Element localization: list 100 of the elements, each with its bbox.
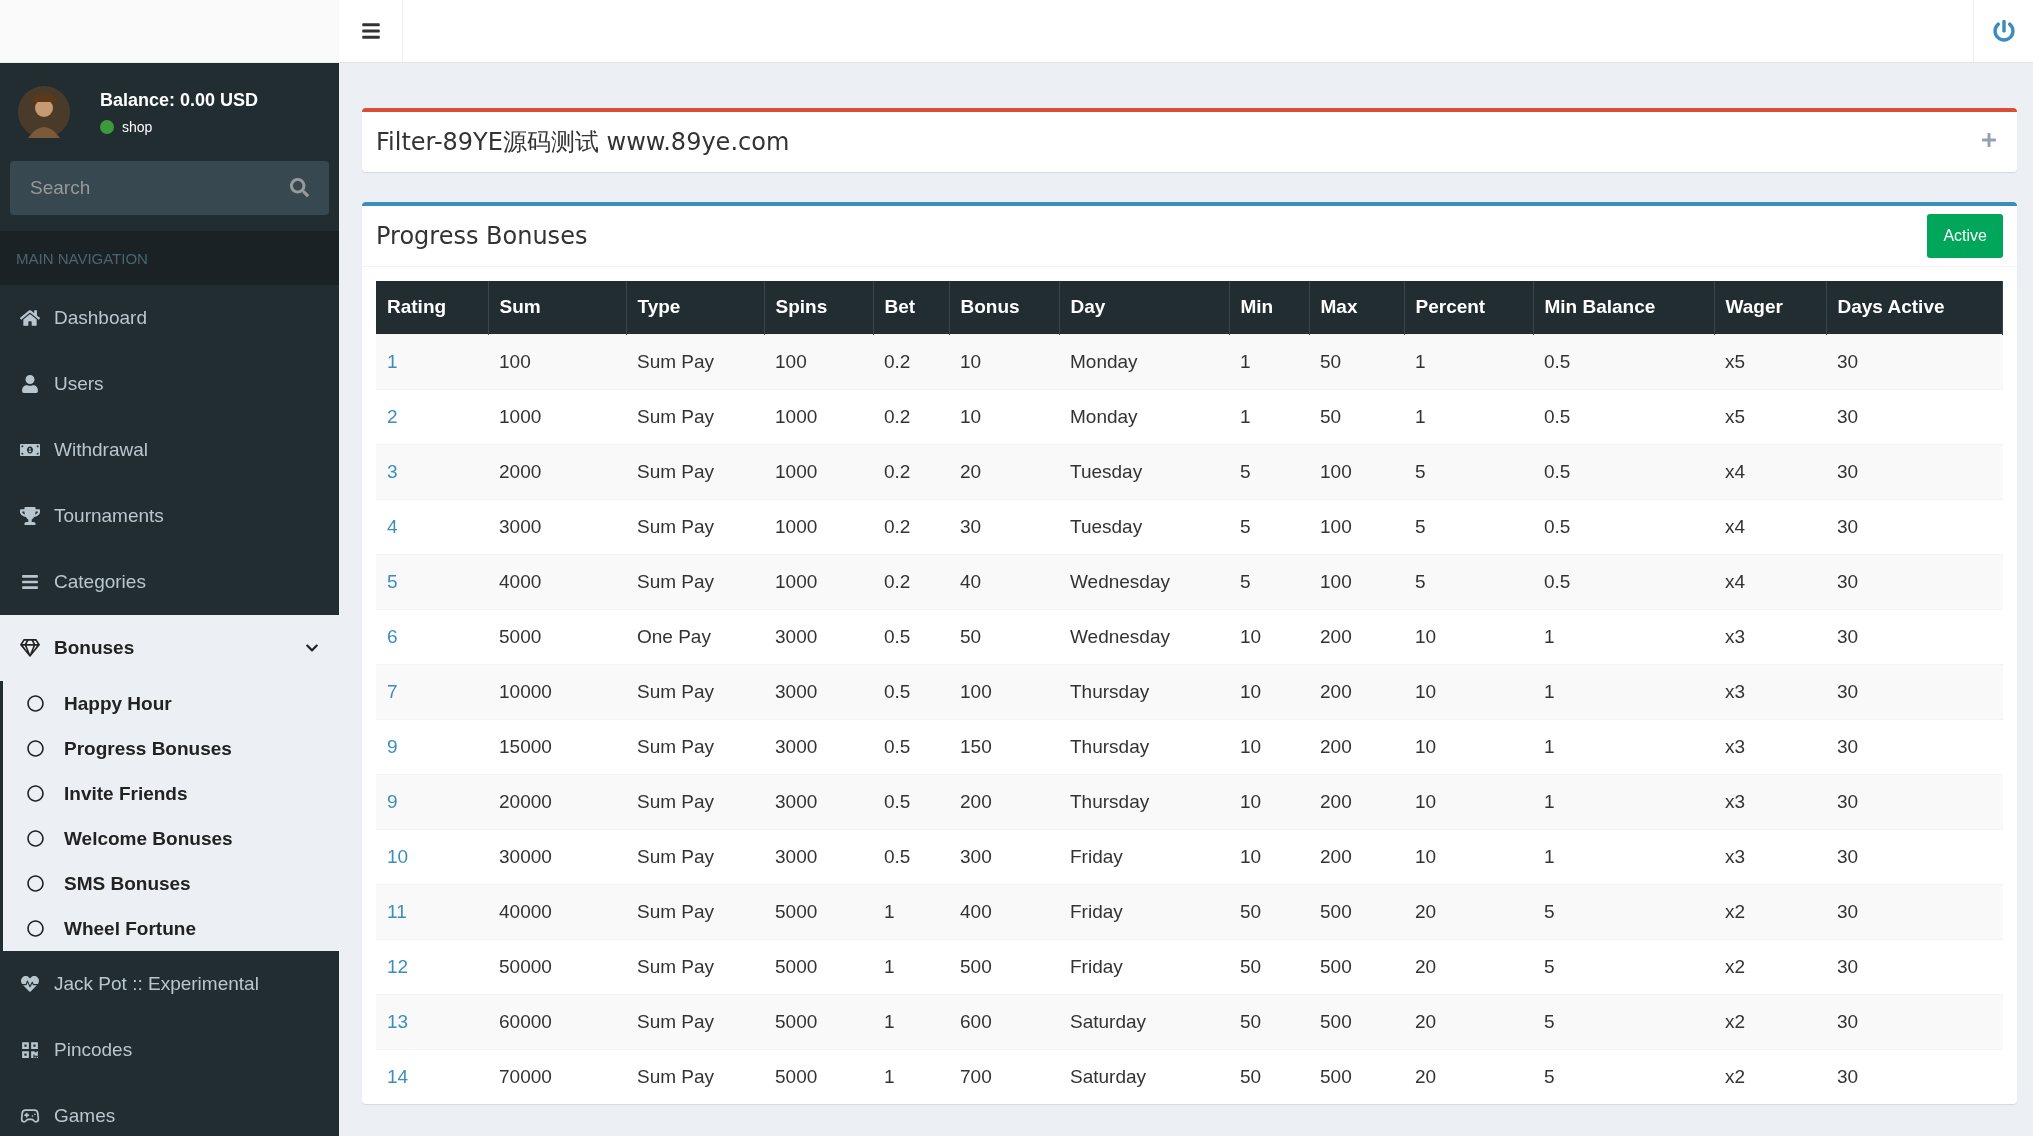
menu-icon [360,21,381,41]
nav-icon [20,573,40,591]
table-cell: Sum Pay [626,499,764,554]
column-header: Day [1059,281,1229,334]
rating-link[interactable]: 3 [376,444,488,499]
column-header: Days Active [1826,281,2003,334]
table-cell: Thursday [1059,774,1229,829]
sidebar-item[interactable]: Games [0,1083,339,1136]
submenu-item[interactable]: Happy Hour [3,681,339,726]
table-cell: 700 [949,1049,1059,1104]
sidebar-item[interactable]: Categories [0,549,339,615]
sidebar-item[interactable]: Pincodes [0,1017,339,1083]
rating-link[interactable]: 10 [376,829,488,884]
table-cell: x3 [1714,774,1826,829]
table-cell: 400 [949,884,1059,939]
table-cell: 100 [1309,444,1404,499]
table-cell: 5 [1404,444,1533,499]
table-cell: 10 [1229,774,1309,829]
sidebar-item[interactable]: Bonuses [0,615,339,681]
submenu-item[interactable]: SMS Bonuses [3,861,339,906]
table-cell: 40 [949,554,1059,609]
table-cell: Sum Pay [626,664,764,719]
rating-link[interactable]: 12 [376,939,488,994]
table-cell: 10 [1404,609,1533,664]
table-cell: 0.5 [873,664,949,719]
table-cell: 3000 [764,664,873,719]
table-cell: 1 [873,884,949,939]
sidebar-item[interactable]: Dashboard [0,285,339,351]
table-cell: 30 [1826,774,2003,829]
nav-header: MAIN NAVIGATION [0,231,339,285]
table-cell: 5 [1229,554,1309,609]
submenu-item[interactable]: Wheel Fortune [3,906,339,951]
table-cell: 0.5 [873,829,949,884]
table-cell: 30 [1826,829,2003,884]
table-cell: Sum Pay [626,389,764,444]
table-cell: x3 [1714,609,1826,664]
table-cell: 50 [949,609,1059,664]
column-header: Spins [764,281,873,334]
table-cell: 50 [1229,1049,1309,1104]
avatar-icon [18,86,70,138]
table-cell: Tuesday [1059,444,1229,499]
table-cell: 15000 [488,719,626,774]
rating-link[interactable]: 4 [376,499,488,554]
table-cell: 1 [1404,334,1533,389]
search-icon[interactable] [290,178,309,197]
table-cell: 20 [949,444,1059,499]
table-cell: Thursday [1059,664,1229,719]
table-cell: 10 [1404,829,1533,884]
search-field[interactable]: Search [10,161,329,215]
table-cell: Saturday [1059,994,1229,1049]
table-cell: 1 [1533,719,1714,774]
rating-link[interactable]: 9 [376,719,488,774]
table-cell: 10000 [488,664,626,719]
table-cell: 30 [1826,994,2003,1049]
rating-link[interactable]: 9 [376,774,488,829]
sidebar-item[interactable]: Withdrawal [0,417,339,483]
table-cell: 5 [1533,939,1714,994]
table-cell: 1 [873,939,949,994]
table-cell: 200 [1309,719,1404,774]
rating-link[interactable]: 14 [376,1049,488,1104]
table-cell: 10 [1229,719,1309,774]
table-cell: 3000 [764,609,873,664]
nav-icon [20,507,40,525]
table-cell: 0.5 [873,719,949,774]
table-cell: x3 [1714,719,1826,774]
table-cell: 20000 [488,774,626,829]
submenu-item[interactable]: Progress Bonuses [3,726,339,771]
table-cell: 30 [1826,389,2003,444]
table-cell: x2 [1714,1049,1826,1104]
rating-link[interactable]: 2 [376,389,488,444]
table-cell: Sum Pay [626,334,764,389]
table-cell: 30 [1826,554,2003,609]
table-cell: 4000 [488,554,626,609]
table-cell: 1 [1533,774,1714,829]
table-cell: 50 [1309,389,1404,444]
table-cell: 10 [1229,609,1309,664]
card-title: Progress Bonuses [376,222,588,250]
table-cell: 3000 [488,499,626,554]
column-header: Wager [1714,281,1826,334]
column-header: Sum [488,281,626,334]
table-cell: 10 [1404,719,1533,774]
column-header: Percent [1404,281,1533,334]
table-cell: 200 [1309,774,1404,829]
submenu-item[interactable]: Invite Friends [3,771,339,816]
table-cell: Wednesday [1059,554,1229,609]
status-text: shop [122,118,153,135]
sidebar-item[interactable]: Jack Pot :: Experimental [0,951,339,1017]
table-cell: 1 [873,994,949,1049]
table-cell: 200 [1309,829,1404,884]
table-cell: 1 [1533,609,1714,664]
submenu-item[interactable]: Welcome Bonuses [3,816,339,861]
sidebar-item[interactable]: Tournaments [0,483,339,549]
nav-icon [20,1041,40,1059]
table-cell: 0.2 [873,499,949,554]
table-cell: Wednesday [1059,609,1229,664]
balance-text: Balance: 0.00 USD [100,89,259,111]
table-cell: 3000 [764,774,873,829]
sidebar-item[interactable]: Users [0,351,339,417]
rating-link[interactable]: 6 [376,609,488,664]
table-cell: 2000 [488,444,626,499]
